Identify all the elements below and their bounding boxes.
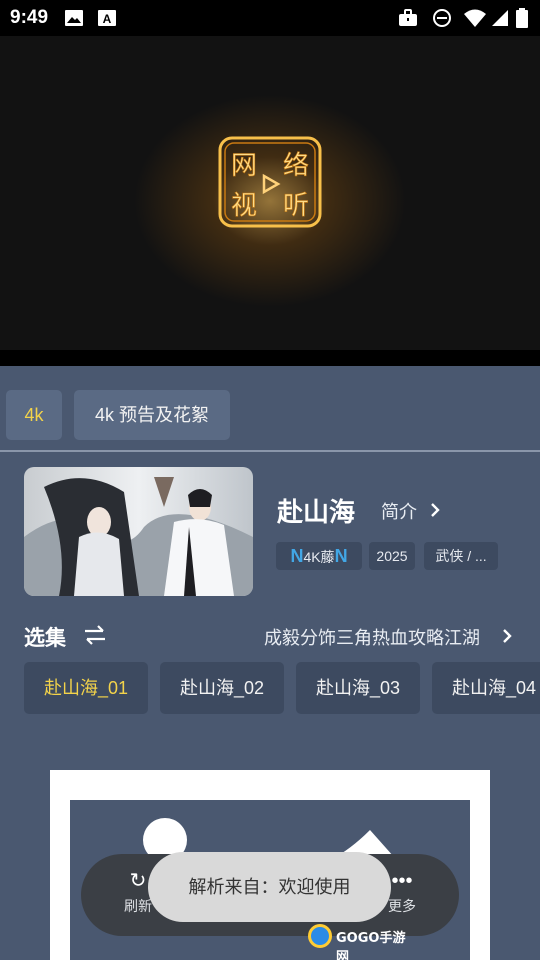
tab-4k[interactable]: 4k <box>6 390 62 440</box>
episode-button[interactable]: 赴山海_03 <box>296 662 420 714</box>
n-icon: N <box>334 546 348 566</box>
gallery-icon <box>65 10 83 26</box>
video-player[interactable]: 网 络 视 听 <box>0 36 540 366</box>
svg-text:络: 络 <box>283 151 309 181</box>
more-label: 更多 <box>388 898 416 914</box>
signal-icon <box>492 10 508 26</box>
refresh-label: 刷新 <box>124 898 152 914</box>
a-icon: A <box>98 10 116 26</box>
watermark-logo: GOGO手游网 <box>308 924 416 960</box>
episode-button[interactable]: 赴山海_04 <box>432 662 540 714</box>
genre-tag: 武侠 / ... <box>424 542 498 570</box>
battery-icon <box>516 8 528 28</box>
chevron-right-icon[interactable] <box>500 627 514 645</box>
gogo-icon <box>308 924 332 948</box>
svg-text:听: 听 <box>283 191 309 221</box>
wifi-icon <box>464 9 486 27</box>
source-tag: N4K藤N <box>276 542 362 570</box>
divider <box>0 450 540 452</box>
episode-button[interactable]: 赴山海_01 <box>24 662 148 714</box>
swap-icon[interactable] <box>82 624 108 646</box>
source-tag-label: 4K藤 <box>303 549 335 565</box>
show-title: 赴山海 <box>277 497 356 527</box>
dnd-icon <box>433 9 451 27</box>
poster-image[interactable] <box>24 467 253 596</box>
episodes-label: 选集 <box>24 627 66 650</box>
year-tag: 2025 <box>369 542 415 570</box>
status-time: 9:49 <box>10 7 49 28</box>
chevron-right-icon[interactable] <box>428 501 442 519</box>
svg-text:网: 网 <box>231 151 257 181</box>
svg-text:视: 视 <box>231 191 257 221</box>
briefcase-icon <box>399 9 417 26</box>
status-bar: 9:49 A <box>0 0 540 36</box>
n-icon: N <box>290 546 304 566</box>
episodes-description[interactable]: 成毅分饰三角热血攻略江湖 <box>264 624 480 650</box>
intro-link[interactable]: 简介 <box>381 498 417 524</box>
svg-text:A: A <box>103 12 112 26</box>
video-progress-strip <box>0 350 540 366</box>
quality-tabs: 4k 4k 预告及花絮 <box>0 366 540 452</box>
network-av-logo: 网 络 视 听 <box>218 136 322 228</box>
tab-4k-trailers[interactable]: 4k 预告及花絮 <box>74 390 230 440</box>
toast-message: 解析来自：欢迎使用 <box>148 852 391 922</box>
episode-button[interactable]: 赴山海_02 <box>160 662 284 714</box>
watermark-text: GOGO手游网 <box>336 931 406 960</box>
